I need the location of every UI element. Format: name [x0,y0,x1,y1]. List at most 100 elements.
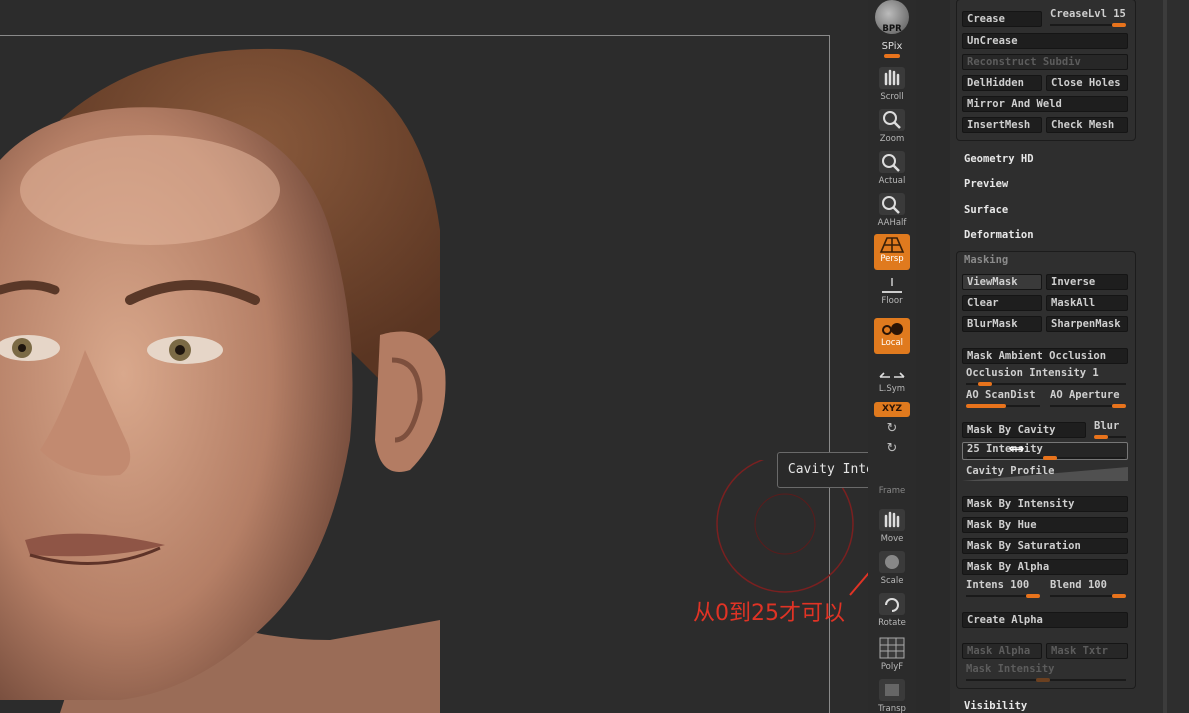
cavity-intensity-track [967,456,1125,460]
mask-by-hue-button[interactable]: Mask By Hue [962,517,1128,533]
masking-title[interactable]: Masking [964,254,1008,266]
blend-value: 100 [1087,579,1107,591]
occlusion-intensity-label: Occlusion Intensity 1 [966,367,1099,379]
maskall-button[interactable]: MaskAll [1046,295,1128,311]
reconstruct-subdiv-button: Reconstruct Subdiv [962,54,1128,70]
close-holes-button[interactable]: Close Holes [1046,75,1128,91]
creaselvl-slider[interactable]: CreaseLvl 15 [1046,8,1128,27]
persp-button[interactable]: Persp [874,234,910,270]
crease-button[interactable]: Crease [962,11,1042,27]
mask-intensity-label: Mask Intensity [966,663,1055,675]
move-hand-icon [879,509,905,531]
perspective-grid-icon [879,237,905,253]
ao-scandist-label: AO ScanDist [966,389,1036,401]
check-mesh-button[interactable]: Check Mesh [1046,117,1128,133]
mask-by-intensity-button[interactable]: Mask By Intensity [962,496,1128,512]
deformation-header[interactable]: Deformation [964,229,1034,241]
aahalf-button[interactable]: AAHalf [874,192,910,228]
ao-scandist-knob [966,404,1006,408]
scroll-label: Scroll [880,92,904,102]
blurmask-button[interactable]: BlurMask [962,316,1042,332]
viewmask-button[interactable]: ViewMask [962,274,1042,290]
mask-ambient-occlusion-button[interactable]: Mask Ambient Occlusion [962,348,1128,364]
insertmesh-button[interactable]: InsertMesh [962,117,1042,133]
geometry-group: Crease CreaseLvl 15 UnCrease Reconstruct… [957,0,1135,140]
cavity-intensity-knob [1043,456,1057,460]
ao-aperture-slider[interactable]: AO Aperture [1046,389,1128,408]
inverse-button[interactable]: Inverse [1046,274,1128,290]
mask-intensity-knob [1036,678,1050,682]
sharpenmask-button[interactable]: SharpenMask [1046,316,1128,332]
viewport-canvas[interactable]: Cavity Intensity 从0到25才可以 [0,0,868,713]
cavity-profile-label: Cavity Profile [966,465,1055,477]
frame-button[interactable]: Frame [874,486,910,496]
uncrease-button[interactable]: UnCrease [962,33,1128,49]
palette-scrollbar[interactable] [1163,0,1167,713]
hand-icon [879,67,905,89]
cavity-blur-track [1094,435,1126,439]
ao-aperture-track [1050,404,1126,408]
cavity-blur-knob [1094,435,1108,439]
visibility-header[interactable]: Visibility [964,700,1027,712]
occlusion-intensity-slider[interactable]: Occlusion Intensity 1 [962,367,1128,386]
delhidden-button[interactable]: DelHidden [962,75,1042,91]
transparency-icon [879,679,905,701]
mirror-and-weld-button[interactable]: Mirror And Weld [962,96,1128,112]
xyz-button[interactable]: XYZ [874,402,910,417]
floor-button[interactable]: Floor [874,276,910,306]
scroll-button[interactable]: Scroll [874,66,910,102]
rotate-label: Rotate [878,618,906,628]
creaselvl-track [1050,23,1126,27]
aahalf-icon [879,193,905,215]
rotate-y-icon: ↻ [886,421,898,436]
polyframe-grid-icon [879,637,905,659]
cavity-intensity-slider[interactable]: 25 Intensity ⟺ [962,442,1128,460]
intens-label: Intens [966,579,1004,591]
cavity-profile-curve[interactable]: Cavity Profile [962,465,1128,481]
intens-track [966,594,1040,598]
mask-by-cavity-button[interactable]: Mask By Cavity [962,422,1086,438]
blend-track [1050,594,1126,598]
mask-by-saturation-button[interactable]: Mask By Saturation [962,538,1128,554]
bpr-button[interactable]: BPR [874,0,910,34]
scale-button[interactable]: Scale [874,550,910,586]
surface-header[interactable]: Surface [964,204,1008,216]
intens-slider[interactable]: Intens 100 [962,579,1042,598]
frame-label: Frame [878,486,906,496]
tool-palette: Crease CreaseLvl 15 UnCrease Reconstruct… [950,0,1189,713]
floor-label: Floor [881,296,903,306]
actual-button[interactable]: Actual [874,150,910,186]
transp-button[interactable]: Transp [874,678,910,713]
persp-label: Persp [880,254,904,264]
blend-slider[interactable]: Blend 100 [1046,579,1128,598]
rotate-z-button[interactable]: ↻ [874,441,910,456]
rotate-z-icon: ↻ [886,441,898,456]
lsym-button[interactable]: L.Sym [874,370,910,394]
preview-header[interactable]: Preview [964,178,1008,190]
geometry-hd-header[interactable]: Geometry HD [964,153,1034,165]
move-button[interactable]: Move [874,508,910,544]
creaselvl-label: CreaseLvl [1050,8,1107,20]
symmetry-arrows-icon [879,372,905,378]
mask-txtr-button: Mask Txtr [1046,643,1128,659]
rotate-icon [879,593,905,615]
spix-slider[interactable]: SPix [874,41,910,58]
mask-by-alpha-button[interactable]: Mask By Alpha [962,559,1128,575]
rotate-button[interactable]: Rotate [874,592,910,628]
polyf-button[interactable]: PolyF [874,636,910,672]
zoom-button[interactable]: Zoom [874,108,910,144]
move-label: Move [880,534,904,544]
occlusion-intensity-track [966,382,1126,386]
ao-scandist-slider[interactable]: AO ScanDist [962,389,1042,408]
blend-label: Blend [1050,579,1082,591]
rotate-y-button[interactable]: ↻ [874,421,910,436]
creaselvl-knob [1112,23,1126,27]
mask-alpha-button: Mask Alpha [962,643,1042,659]
create-alpha-button[interactable]: Create Alpha [962,612,1128,628]
actual-label: Actual [878,176,906,186]
scale-icon [879,551,905,573]
ao-scandist-track [966,404,1040,408]
cavity-blur-slider[interactable]: Blur [1090,420,1128,439]
clear-button[interactable]: Clear [962,295,1042,311]
local-button[interactable]: Local [874,318,910,354]
